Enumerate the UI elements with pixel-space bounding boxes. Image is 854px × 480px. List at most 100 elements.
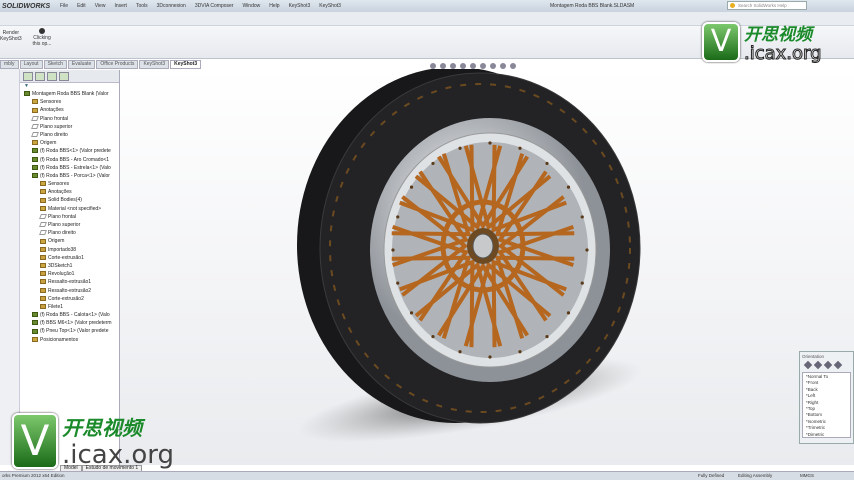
tree-item-label: Plano superior [40, 123, 73, 130]
plane-icon [31, 123, 39, 129]
menu-item[interactable]: Insert [114, 3, 127, 9]
feature-manager-tab[interactable] [23, 72, 33, 81]
feature-manager-tree: ▼ Montagem Roda BBS Blank (Valor Sensores… [20, 70, 120, 465]
filter-icon[interactable]: ▼ [20, 83, 119, 90]
rim-bolt [458, 146, 462, 150]
feat-icon [40, 254, 46, 260]
wheel-model [297, 67, 643, 443]
property-manager-tab[interactable] [35, 72, 45, 81]
solidworks-logo: SOLIDWORKS [2, 2, 51, 10]
tree-item[interactable]: Plano direito [20, 131, 119, 139]
menu-item[interactable]: File [60, 3, 68, 9]
rim-bolt [580, 281, 584, 285]
asm-icon [24, 91, 30, 97]
record-icon [39, 28, 45, 34]
rim-bolt [580, 215, 584, 219]
plane-icon [39, 222, 47, 228]
annot-icon [40, 189, 46, 195]
tree-item[interactable]: 3DSketch1 [20, 262, 119, 270]
command-tab[interactable]: Office Products [96, 60, 139, 69]
configuration-tab[interactable] [47, 72, 57, 81]
rim-bolt [391, 248, 395, 252]
tree-item[interactable]: Revolução1 [20, 270, 119, 278]
tree-item[interactable]: Corte-extrusão2 [20, 295, 119, 303]
tree-item[interactable]: (f) BBS M6<1> (Valor predeterm [20, 319, 119, 327]
tree-item-label: (f) BBS M6<1> (Valor predeterm [40, 320, 112, 327]
units-selector[interactable]: MMGS [800, 472, 814, 480]
menu-item[interactable]: View [95, 3, 106, 9]
view-icon[interactable] [823, 360, 833, 370]
tree-item[interactable]: (f) Roda BBS - Calota<1> (Valo [20, 311, 119, 319]
feat-icon [40, 246, 46, 252]
tree-item[interactable]: Anotações [20, 106, 119, 114]
rim-bolt [585, 248, 589, 252]
tree-item[interactable]: (f) Roda BBS - Porca<1> (Valor [20, 172, 119, 180]
menu-item[interactable]: KeyShot3 [289, 3, 311, 9]
view-toolbar [430, 63, 516, 69]
tree-item-label: Anotações [48, 189, 72, 196]
command-tab[interactable]: Sketch [43, 60, 67, 69]
tree-item-label: (f) Roda BBS - Calota<1> (Valo [40, 312, 110, 319]
command-tab[interactable]: mbly [0, 60, 19, 69]
tree-item[interactable]: Corte-extrusão1 [20, 254, 119, 262]
command-tab[interactable]: KeyShot3 [170, 60, 202, 69]
tree-item[interactable]: Sensores [20, 180, 119, 188]
rim-bolt [518, 146, 522, 150]
clicking-button[interactable]: Clicking this op... [30, 28, 54, 47]
menu-item[interactable]: Edit [77, 3, 86, 9]
tree-item[interactable]: Plano direito [20, 229, 119, 237]
help-search-input[interactable]: Search SolidWorks Help [727, 1, 807, 10]
graphics-area[interactable] [120, 67, 854, 465]
tree-item-label: Plano direito [40, 131, 68, 138]
menu-item[interactable]: 3Dconnexion [157, 3, 186, 9]
appearance-tab[interactable] [59, 72, 69, 81]
command-tab[interactable]: Evaluate [67, 60, 96, 69]
tree-item-label: Origem [40, 140, 57, 147]
menu-item[interactable]: KeyShot3 [319, 3, 341, 9]
menu-item[interactable]: 3DVIA Composer [195, 3, 234, 9]
tree-item[interactable]: (f) Pneu Top<1> (Valor predete [20, 327, 119, 335]
tree-item[interactable]: Origem [20, 237, 119, 245]
tree-item[interactable]: Filete1 [20, 303, 119, 311]
tree-item[interactable]: Ressalto-extrusão1 [20, 278, 119, 286]
menu-item[interactable]: Help [269, 3, 279, 9]
tree-item[interactable]: Plano frontal [20, 115, 119, 123]
feat-icon [40, 287, 46, 293]
tree-item[interactable]: Sensores [20, 98, 119, 106]
tree-item[interactable]: Posicionamentos [20, 336, 119, 344]
tree-item[interactable]: Solid Bodies(4) [20, 196, 119, 204]
watermark-org: .icax.org [62, 440, 175, 470]
tree-item[interactable]: (f) Roda BBS - Aro Cromado<1 [20, 156, 119, 164]
tree-item[interactable]: Plano superior [20, 221, 119, 229]
tree-item[interactable]: (f) Roda BBS<1> (Valor predete [20, 147, 119, 155]
tree-item-label: (f) Roda BBS - Porca<1> (Valor [40, 172, 110, 179]
watermark-bottom: V 开思视频 .icax.org [12, 412, 174, 469]
menu-item[interactable]: Tools [136, 3, 148, 9]
asm-icon [32, 148, 38, 154]
tree-item[interactable]: Origem [20, 139, 119, 147]
plane-icon [39, 230, 47, 236]
render-button[interactable]: Render KeyShot3 [0, 30, 22, 42]
tree-item-label: Sensores [40, 99, 62, 106]
rim-bolt [488, 355, 492, 359]
tree-item[interactable]: Anotações [20, 188, 119, 196]
orientation-item[interactable]: *Dimetric [806, 432, 847, 438]
view-icon[interactable] [833, 360, 843, 370]
menu-item[interactable]: Window [242, 3, 260, 9]
tree-item-label: Corte-extrusão2 [48, 295, 84, 302]
rim-bolt [518, 350, 522, 354]
mode-status: Editing Assembly [738, 473, 773, 478]
tree-item[interactable]: Material <not specified> [20, 205, 119, 213]
tree-item[interactable]: (f) Roda BBS - Estrela<1> (Valo [20, 164, 119, 172]
view-icon[interactable] [813, 360, 823, 370]
tree-item[interactable]: Ressalto-extrusão2 [20, 287, 119, 295]
tree-item[interactable]: Plano superior [20, 123, 119, 131]
tree-item[interactable]: Importado38 [20, 246, 119, 254]
tree-item[interactable]: Plano frontal [20, 213, 119, 221]
tree-item[interactable]: Montagem Roda BBS Blank (Valor [20, 90, 119, 98]
command-tab[interactable]: Layout [19, 60, 43, 69]
plane-icon [31, 132, 39, 138]
clicking-label: Clicking this op... [32, 35, 52, 47]
command-tab[interactable]: KeyShot3 [139, 60, 170, 69]
view-icon[interactable] [803, 360, 813, 370]
